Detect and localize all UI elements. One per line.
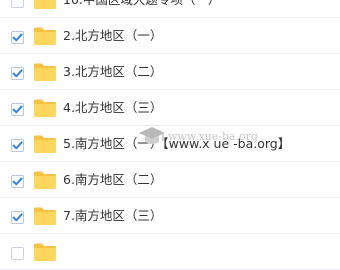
file-name[interactable]: 5.南方地区（一）【www.x ue -ba.org】 [63, 136, 290, 152]
checkbox[interactable] [11, 0, 24, 8]
file-row[interactable]: 4.北方地区（三） [0, 90, 340, 126]
file-row[interactable]: 6.南方地区（二） [0, 162, 340, 198]
file-name[interactable]: 4.北方地区（三） [63, 100, 162, 116]
file-name[interactable]: 7.南方地区（三） [63, 208, 162, 224]
file-row[interactable]: 2.北方地区（一） [0, 18, 340, 54]
folder-icon [33, 170, 57, 190]
check-icon [12, 69, 23, 78]
folder-icon [33, 98, 57, 118]
file-row[interactable]: 5.南方地区（一）【www.x ue -ba.org】 [0, 126, 340, 162]
folder-icon [33, 242, 57, 262]
file-list: 10.中国区域大题专项（一） 2.北方地区（一） 3.北方地区（二） 4.北方地… [0, 0, 340, 270]
check-icon [12, 105, 23, 114]
folder-icon [33, 26, 57, 46]
file-row[interactable] [0, 234, 340, 270]
folder-icon [33, 62, 57, 82]
check-icon [12, 213, 23, 222]
folder-icon [33, 206, 57, 226]
checkbox[interactable] [11, 247, 24, 260]
checkbox[interactable] [11, 139, 24, 152]
checkbox[interactable] [11, 211, 24, 224]
checkbox[interactable] [11, 31, 24, 44]
file-name[interactable]: 2.北方地区（一） [63, 28, 162, 44]
folder-icon [33, 134, 57, 154]
file-name[interactable]: 6.南方地区（二） [63, 172, 162, 188]
checkbox[interactable] [11, 175, 24, 188]
checkbox[interactable] [11, 67, 24, 80]
check-icon [12, 33, 23, 42]
file-row[interactable]: 3.北方地区（二） [0, 54, 340, 90]
file-row[interactable]: 7.南方地区（三） [0, 198, 340, 234]
folder-icon [33, 0, 57, 10]
check-icon [12, 141, 23, 150]
checkbox[interactable] [11, 103, 24, 116]
check-icon [12, 177, 23, 186]
file-name[interactable]: 10.中国区域大题专项（一） [63, 0, 220, 8]
file-name[interactable]: 3.北方地区（二） [63, 64, 162, 80]
file-row[interactable]: 10.中国区域大题专项（一） [0, 0, 340, 18]
